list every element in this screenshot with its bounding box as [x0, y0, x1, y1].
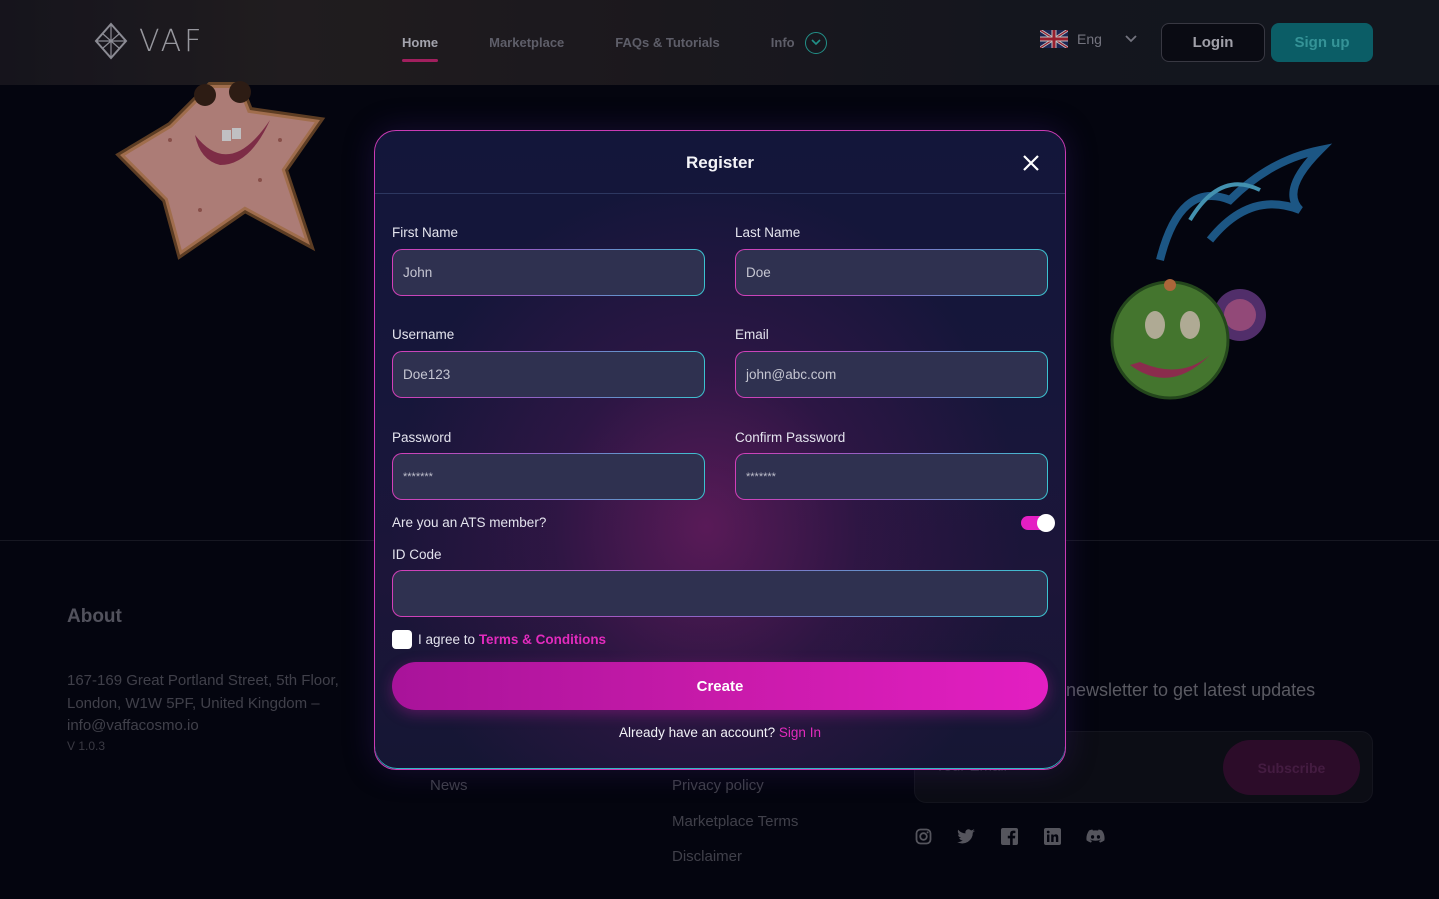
have-account-prefix: Already have an account?: [619, 725, 776, 740]
first-name-input[interactable]: John: [392, 249, 705, 296]
confirm-password-label: Confirm Password: [735, 430, 846, 445]
terms-link[interactable]: Terms & Conditions: [479, 632, 606, 647]
first-name-value: John: [403, 265, 433, 280]
username-value: Doe123: [403, 367, 451, 382]
first-name-label: First Name: [392, 225, 459, 240]
ats-member-question: Are you an ATS member?: [392, 515, 547, 530]
have-account-text: Already have an account? Sign In: [375, 725, 1065, 740]
id-code-input[interactable]: [392, 570, 1048, 617]
register-modal: Register First Name John Last Name Doe U…: [374, 130, 1066, 770]
create-button[interactable]: Create: [392, 662, 1048, 710]
last-name-label: Last Name: [735, 225, 801, 240]
confirm-password-value: *******: [746, 470, 776, 483]
toggle-knob: [1037, 514, 1055, 532]
email-label: Email: [735, 327, 769, 342]
ats-member-toggle[interactable]: [1021, 514, 1055, 532]
close-icon[interactable]: [1021, 153, 1041, 173]
password-value: *******: [403, 470, 433, 483]
sign-in-link[interactable]: Sign In: [779, 725, 821, 740]
email-input[interactable]: john@abc.com: [735, 351, 1048, 398]
confirm-password-input[interactable]: *******: [735, 453, 1048, 500]
agree-prefix: I agree to: [418, 632, 476, 647]
last-name-input[interactable]: Doe: [735, 249, 1048, 296]
modal-header: Register: [375, 131, 1065, 194]
password-input[interactable]: *******: [392, 453, 705, 500]
id-code-label: ID Code: [392, 547, 442, 562]
modal-title: Register: [685, 153, 755, 172]
email-value: john@abc.com: [746, 367, 837, 382]
agree-text: I agree to Terms & Conditions: [418, 632, 606, 647]
terms-checkbox[interactable]: [392, 630, 412, 649]
username-input[interactable]: Doe123: [392, 351, 705, 398]
last-name-value: Doe: [746, 265, 771, 280]
username-label: Username: [392, 327, 455, 342]
password-label: Password: [392, 430, 452, 445]
